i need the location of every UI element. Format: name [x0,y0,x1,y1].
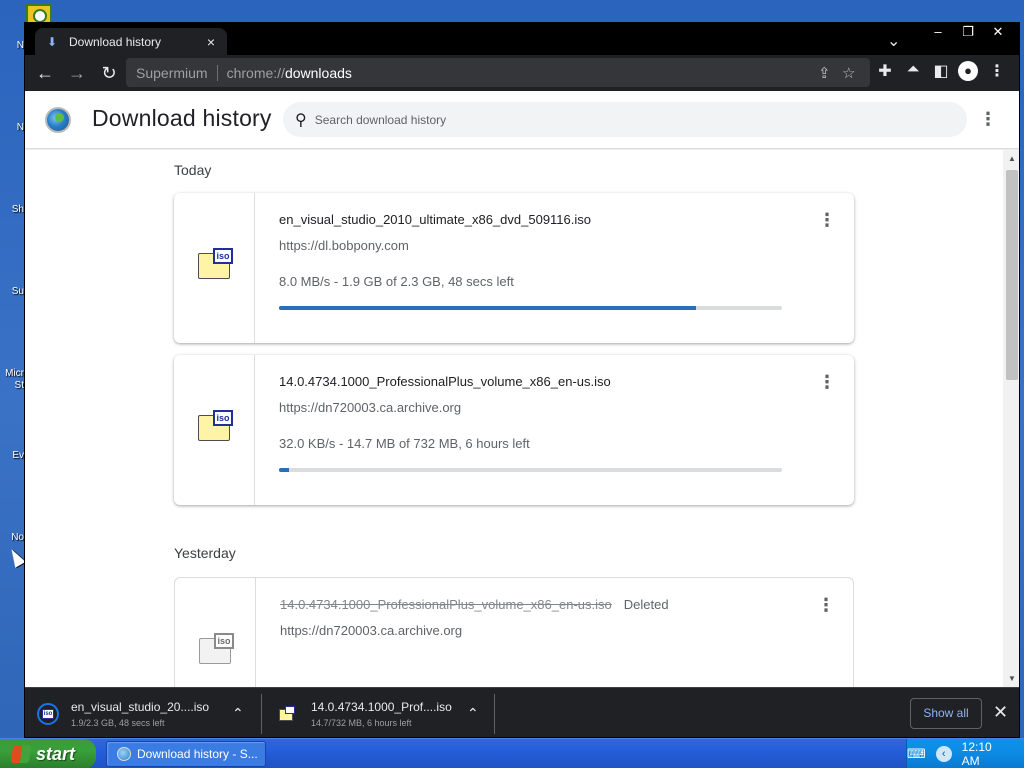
address-bar[interactable]: Supermium chrome://downloads ⇪ ☆ [126,58,870,87]
section-yesterday: Yesterday [174,545,236,561]
tab-title: Download history [69,34,162,49]
shelf-item-name: en_visual_studio_20....iso [71,700,210,714]
labs-flask-icon[interactable]: ⏶ [903,61,923,79]
taskbar: start Download history - S... ⌨ ‹ 12:10 … [0,738,1024,768]
download-source-url[interactable]: https://dn720003.ca.archive.org [279,400,461,415]
side-panel-icon[interactable]: ◧ [931,61,951,81]
desktop-label: Su [11,286,24,297]
deleted-badge: Deleted [623,597,669,612]
iso-file-icon: iso [198,410,233,441]
shelf-item-status: 1.9/2.3 GB, 48 secs left [71,718,165,728]
search-placeholder: Search download history [314,112,447,127]
download-icon: ⬇ [47,34,58,49]
shelf-download-item[interactable]: iso en_visual_studio_20....iso 1.9/2.3 G… [37,688,249,737]
supermium-logo-icon [45,107,71,133]
maximize-button[interactable]: ❐ [953,23,983,41]
download-filename-link[interactable]: en_visual_studio_2010_ultimate_x86_dvd_5… [279,212,591,227]
mouse-cursor-icon [6,546,26,568]
window-controls: – ❐ ✕ [923,23,1013,43]
downloads-header: Download history ⚲ Search download histo… [25,91,1019,149]
desktop-label: N [16,122,24,133]
iso-file-icon-grey: iso [199,633,234,664]
windows-flag-icon [10,745,32,763]
shelf-item-name: 14.0.4734.1000_Prof....iso [311,700,452,714]
browser-toolbar: ← → ↻ Supermium chrome://downloads ⇪ ☆ ✚… [25,55,1019,91]
search-download-history-input[interactable]: ⚲ Search download history [283,102,967,137]
download-source-url[interactable]: https://dn720003.ca.archive.org [280,623,462,638]
chevron-up-icon[interactable]: ⌃ [232,705,244,722]
download-card: iso en_visual_studio_2010_ultimate_x86_d… [174,193,854,343]
tab-download-history[interactable]: ⬇ Download history × [35,28,227,55]
download-shelf: iso en_visual_studio_20....iso 1.9/2.3 G… [25,687,1019,737]
shelf-download-item[interactable]: 14.0.4734.1000_Prof....iso 14.7/732 MB, … [277,688,489,737]
back-arrow-icon[interactable]: ← [33,61,57,85]
system-tray: ⌨ ‹ 12:10 AM [906,739,1024,768]
desktop-label: No [11,532,24,543]
clock[interactable]: 12:10 AM [962,740,1012,768]
tab-search-dropdown-icon[interactable]: ⌄ [887,31,900,51]
file-icon-column: iso [174,193,255,343]
shelf-divider [261,694,262,734]
deleted-download-row: 14.0.4734.1000_ProfessionalPlus_volume_x… [280,597,669,612]
iso-file-icon [277,703,299,725]
download-status: 32.0 KB/s - 14.7 MB of 732 MB, 6 hours l… [279,436,530,451]
extensions-puzzle-icon[interactable]: ✚ [875,61,895,81]
downloads-list: Today iso en_visual_studio_2010_ultimate… [25,150,1019,687]
shelf-item-status: 14.7/732 MB, 6 hours left [311,718,412,728]
download-card: iso 14.0.4734.1000_ProfessionalPlus_volu… [174,355,854,505]
close-shelf-icon[interactable]: ✕ [993,702,1008,723]
share-icon[interactable]: ⇪ [818,64,831,82]
desktop-label: Sh [11,204,24,215]
shelf-divider [494,694,495,734]
file-icon-column: iso [174,355,255,505]
download-source-url[interactable]: https://dl.bobpony.com [279,238,409,253]
desktop-label: N [16,40,24,51]
bookmark-star-icon[interactable]: ☆ [842,64,855,82]
tab-close-icon[interactable]: × [207,34,215,50]
browser-window: ⬇ Download history × ⌄ – ❐ ✕ ← → ↻ Super… [24,22,1020,738]
keyboard-icon[interactable]: ⌨ [907,746,926,762]
chevron-up-icon[interactable]: ⌃ [467,705,479,722]
iso-file-icon: iso [37,703,59,725]
minimize-button[interactable]: – [923,23,953,41]
more-actions-icon[interactable]: ⋮ [979,110,997,128]
iso-file-icon: iso [198,248,233,279]
forward-arrow-icon[interactable]: → [65,61,89,85]
show-all-button[interactable]: Show all [910,698,982,729]
download-progress-bar [279,468,782,472]
site-name: Supermium [136,64,208,81]
desktop-label: Ev [12,450,24,461]
taskbar-window-button[interactable]: Download history - S... [106,741,266,767]
download-status: 8.0 MB/s - 1.9 GB of 2.3 GB, 48 secs lef… [279,274,514,289]
download-progress-bar [279,306,782,310]
desktop-label: Micr St [5,368,24,391]
browser-menu-icon[interactable]: ⋮ [987,61,1007,81]
reload-icon[interactable]: ↻ [97,61,121,85]
deleted-filename: 14.0.4734.1000_ProfessionalPlus_volume_x… [280,597,612,612]
search-icon: ⚲ [295,111,307,129]
omnibox-separator [216,64,218,81]
start-label: start [36,743,76,764]
download-more-icon[interactable]: ⋮ [817,596,835,614]
profile-avatar-icon[interactable]: ● [958,61,978,81]
vertical-scrollbar[interactable]: ▲ ▼ [1003,150,1019,687]
file-icon-column: iso [175,578,256,687]
url-host: downloads [284,64,352,81]
download-filename-link[interactable]: 14.0.4734.1000_ProfessionalPlus_volume_x… [279,374,611,389]
download-more-icon[interactable]: ⋮ [818,211,836,229]
start-button[interactable]: start [0,739,96,768]
tab-strip: ⬇ Download history × ⌄ – ❐ ✕ [25,23,1019,55]
supermium-app-icon [117,747,131,761]
scroll-down-arrow-icon[interactable]: ▼ [1008,674,1016,683]
network-icon[interactable]: ‹ [935,746,952,762]
scrollbar-thumb[interactable] [1006,170,1018,380]
page-title: Download history [92,105,272,131]
url-scheme: chrome:// [226,64,285,81]
scroll-up-arrow-icon[interactable]: ▲ [1008,154,1016,163]
section-today: Today [174,162,212,178]
download-more-icon[interactable]: ⋮ [818,373,836,391]
download-card-deleted: iso 14.0.4734.1000_ProfessionalPlus_volu… [174,577,854,687]
close-window-button[interactable]: ✕ [983,23,1013,41]
taskbar-window-title: Download history - S... [137,747,258,761]
